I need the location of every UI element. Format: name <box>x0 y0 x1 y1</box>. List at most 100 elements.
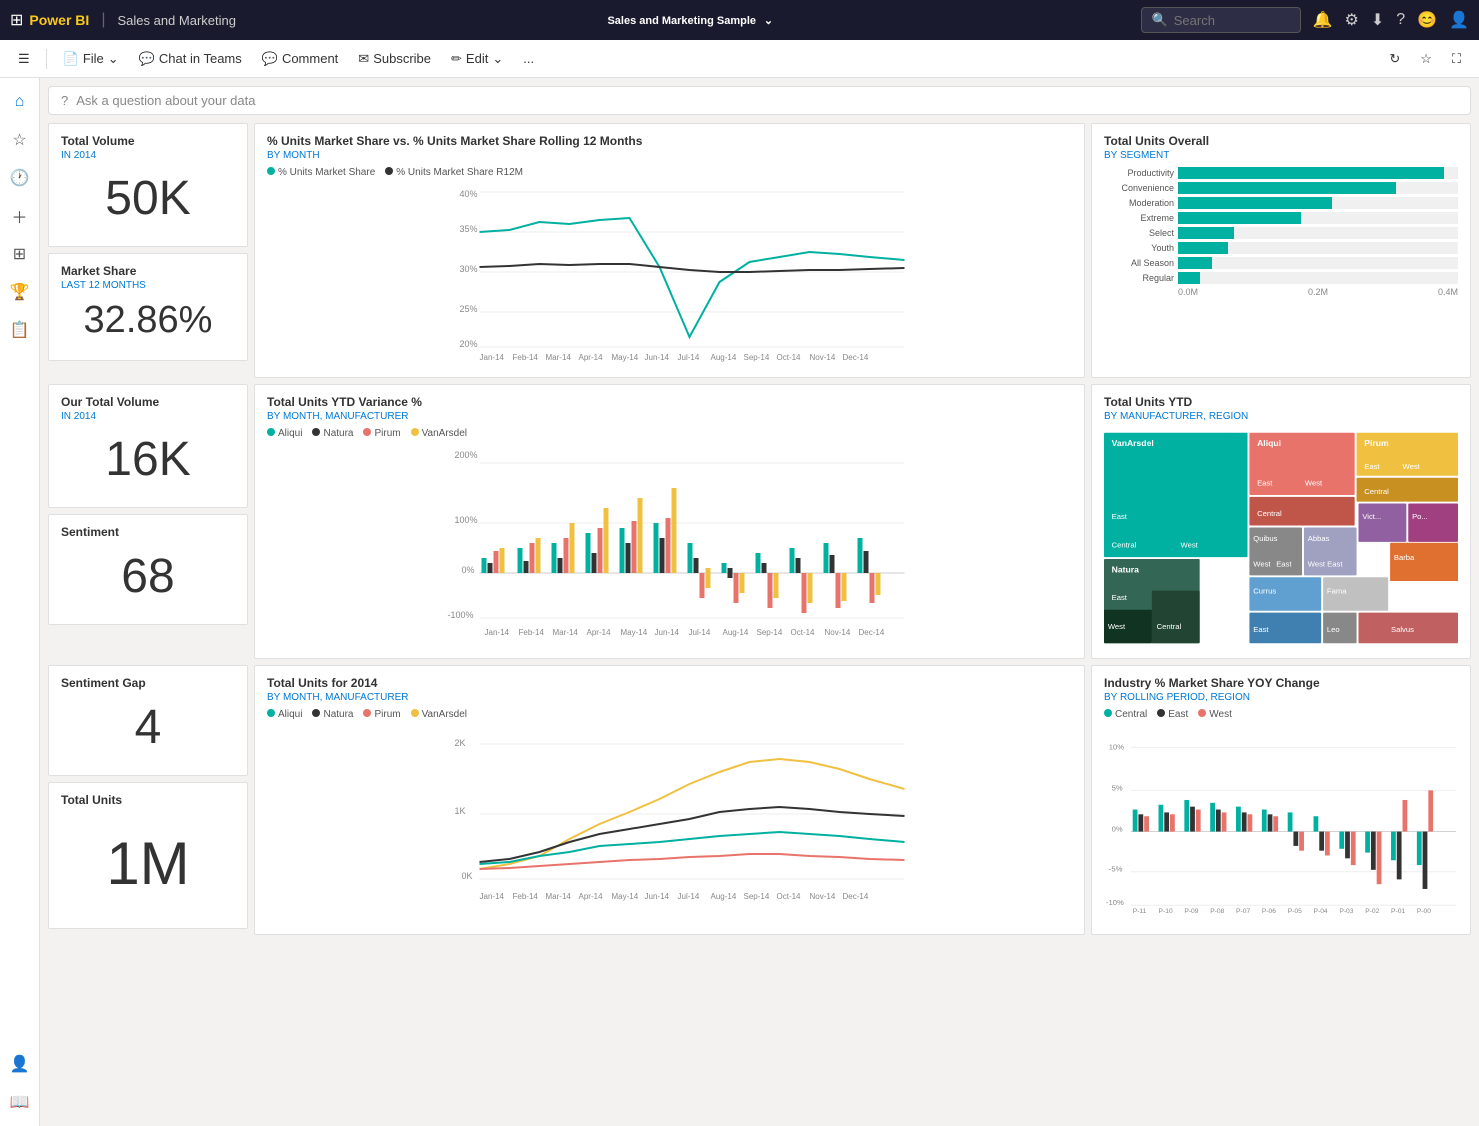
refresh-icon: ↻ <box>1389 51 1400 67</box>
industry-market-share-tile: Industry % Market Share YOY Change BY RO… <box>1091 665 1471 935</box>
svg-text:Apr-14: Apr-14 <box>579 353 604 362</box>
svg-text:Abbas: Abbas <box>1308 534 1330 543</box>
svg-text:West: West <box>1181 541 1199 550</box>
industry-ms-title: Industry % Market Share YOY Change <box>1104 676 1458 690</box>
toolbar-divider-1 <box>46 49 47 69</box>
svg-text:Nov-14: Nov-14 <box>810 353 836 362</box>
hbar-row-allseason: All Season <box>1104 257 1458 269</box>
menu-toggle[interactable]: ☰ <box>10 47 38 71</box>
svg-text:Feb-14: Feb-14 <box>513 892 539 901</box>
total-units-2014-legend: Aliqui Natura Pirum VanArsdel <box>267 709 1072 720</box>
total-units-overall-subtitle: BY SEGMENT <box>1104 150 1458 161</box>
account-icon[interactable]: 😊 <box>1417 10 1437 30</box>
total-units-ytd-tile: Total Units YTD BY MANUFACTURER, REGION … <box>1091 384 1471 659</box>
chat-in-teams-button[interactable]: 💬 Chat in Teams <box>131 47 250 71</box>
total-units-2014-title: Total Units for 2014 <box>267 676 1072 690</box>
avatar[interactable]: 👤 <box>1449 10 1469 30</box>
market-share-value: 32.86% <box>61 299 235 342</box>
qa-bar[interactable]: ? Ask a question about your data <box>48 86 1471 115</box>
svg-text:P-08: P-08 <box>1210 908 1224 915</box>
svg-text:30%: 30% <box>460 264 478 274</box>
svg-text:-100%: -100% <box>448 610 474 620</box>
left-sidebar: ⌂ ☆ 🕐 ＋ ⊞ 🏆 📋 👤 📖 <box>0 78 40 1126</box>
comment-button[interactable]: 💬 Comment <box>254 47 347 71</box>
bookmark-button[interactable]: ☆ <box>1412 47 1440 71</box>
svg-text:40%: 40% <box>460 189 478 199</box>
svg-text:P-10: P-10 <box>1159 908 1173 915</box>
qa-placeholder: Ask a question about your data <box>76 93 255 108</box>
qa-icon: ? <box>61 93 68 108</box>
edit-button[interactable]: ✏ Edit ⌄ <box>443 47 511 71</box>
svg-text:West: West <box>1305 478 1323 487</box>
edit-icon: ✏ <box>451 51 462 67</box>
more-button[interactable]: ... <box>515 47 542 70</box>
svg-text:Apr-14: Apr-14 <box>579 892 604 901</box>
download-icon[interactable]: ⬇ <box>1371 10 1384 30</box>
our-total-volume-subtitle: IN 2014 <box>61 411 235 422</box>
subscribe-icon: ✉ <box>358 51 369 67</box>
sidebar-item-apps[interactable]: ⊞ <box>4 238 36 270</box>
our-total-volume-value: 16K <box>61 432 235 487</box>
sidebar-item-metrics[interactable]: 🏆 <box>4 276 36 308</box>
svg-text:May-14: May-14 <box>612 892 639 901</box>
svg-text:Sep-14: Sep-14 <box>744 892 770 901</box>
notifications-icon[interactable]: 🔔 <box>1313 10 1333 30</box>
fullscreen-button[interactable]: ⛶ <box>1444 47 1469 71</box>
search-box[interactable]: 🔍 <box>1141 7 1301 33</box>
nav-actions: 🔍 🔔 ⚙ ⬇ ? 😊 👤 <box>1141 7 1469 33</box>
subscribe-button[interactable]: ✉ Subscribe <box>350 47 439 71</box>
svg-text:0%: 0% <box>1112 825 1123 834</box>
sidebar-item-shared[interactable]: 👤 <box>4 1048 36 1080</box>
svg-text:5%: 5% <box>1112 783 1123 792</box>
sidebar-item-create[interactable]: ＋ <box>4 200 36 232</box>
file-button[interactable]: 📄 File ⌄ <box>55 47 127 71</box>
market-share-title: Market Share <box>61 264 235 278</box>
sidebar-item-recent[interactable]: 🕐 <box>4 162 36 194</box>
svg-text:Quibus: Quibus <box>1253 534 1277 543</box>
svg-text:20%: 20% <box>460 339 478 349</box>
svg-text:35%: 35% <box>460 224 478 234</box>
hbar-chart: Productivity Convenience Moderation Extr… <box>1104 167 1458 297</box>
svg-text:East: East <box>1257 478 1273 487</box>
help-icon[interactable]: ? <box>1396 11 1405 29</box>
hbar-row-extreme: Extreme <box>1104 212 1458 224</box>
ytd-variance-subtitle: BY MONTH, MANUFACTURER <box>267 411 1072 422</box>
svg-text:East: East <box>1112 512 1128 521</box>
sidebar-item-home[interactable]: ⌂ <box>4 86 36 118</box>
nav-separator: | <box>101 11 105 29</box>
svg-text:Nov-14: Nov-14 <box>810 892 836 901</box>
svg-text:West East: West East <box>1308 560 1344 569</box>
svg-text:East: East <box>1364 462 1380 471</box>
sidebar-item-favorites[interactable]: ☆ <box>4 124 36 156</box>
report-title[interactable]: Sales and Marketing Sample ⌄ <box>603 11 773 27</box>
file-icon: 📄 <box>63 51 79 67</box>
svg-text:P-06: P-06 <box>1262 908 1276 915</box>
ytd-variance-legend: Aliqui Natura Pirum VanArsdel <box>267 428 1072 439</box>
treemap-svg: VanArsdel East Central West Aliqui East … <box>1104 428 1458 648</box>
svg-text:Aug-14: Aug-14 <box>723 628 749 637</box>
sidebar-item-workspaces[interactable]: 📋 <box>4 314 36 346</box>
svg-text:0K: 0K <box>462 871 473 881</box>
nav-section[interactable]: Sales and Marketing <box>117 13 236 28</box>
svg-text:West: West <box>1253 560 1271 569</box>
svg-text:Pirum: Pirum <box>1364 438 1389 448</box>
svg-text:Central: Central <box>1112 541 1137 550</box>
total-units-ytd-title: Total Units YTD <box>1104 395 1458 409</box>
search-input[interactable] <box>1174 13 1284 28</box>
svg-text:Mar-14: Mar-14 <box>546 892 572 901</box>
refresh-button[interactable]: ↻ <box>1381 47 1408 71</box>
svg-text:-5%: -5% <box>1109 865 1123 874</box>
svg-text:Central: Central <box>1257 509 1282 518</box>
fullscreen-icon: ⛶ <box>1452 51 1461 67</box>
search-icon: 🔍 <box>1152 12 1168 28</box>
svg-text:East: East <box>1276 560 1292 569</box>
market-share-subtitle: LAST 12 MONTHS <box>61 280 235 291</box>
svg-text:Feb-14: Feb-14 <box>519 628 545 637</box>
settings-icon[interactable]: ⚙ <box>1345 10 1359 30</box>
total-units-2014-tile: Total Units for 2014 BY MONTH, MANUFACTU… <box>254 665 1085 935</box>
svg-text:Leo: Leo <box>1327 625 1340 634</box>
svg-text:Jul-14: Jul-14 <box>678 892 700 901</box>
sidebar-item-learn[interactable]: 📖 <box>4 1086 36 1118</box>
svg-text:Feb-14: Feb-14 <box>513 353 539 362</box>
app-logo: ⊞ Power BI <box>10 10 89 30</box>
